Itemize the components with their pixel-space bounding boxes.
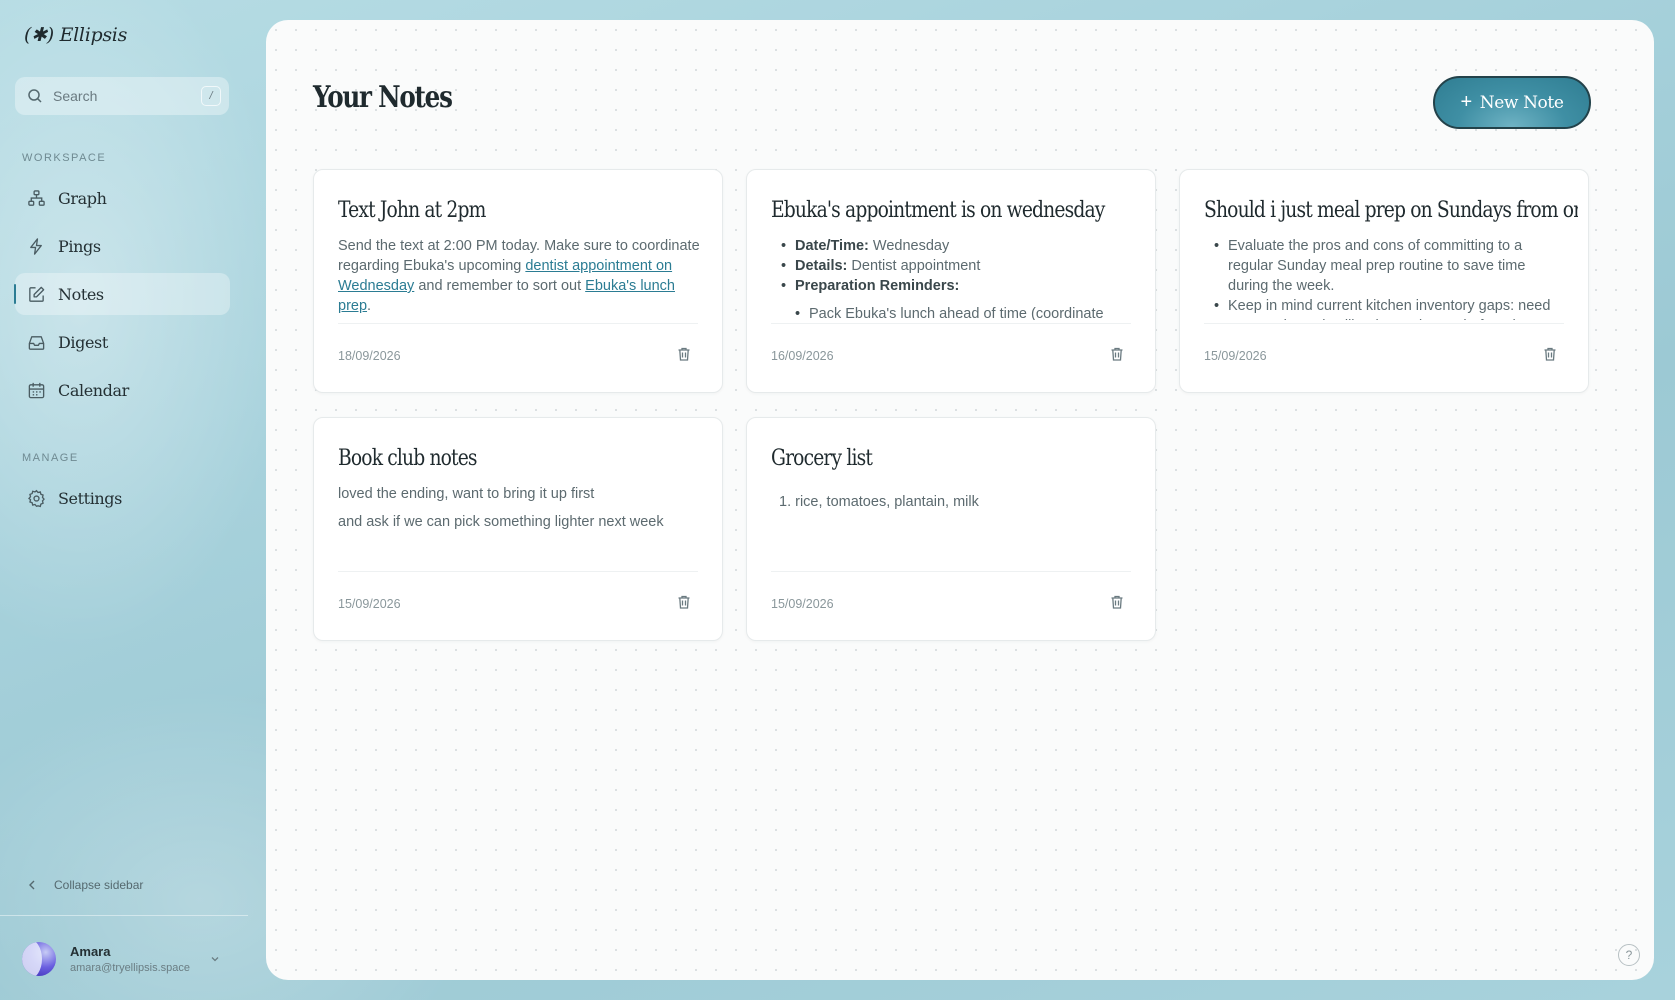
note-title: Text John at 2pm	[338, 198, 486, 223]
sidebar-item-label: Settings	[58, 488, 122, 508]
note-line: loved the ending, want to bring it up fi…	[338, 486, 595, 502]
new-note-button[interactable]: + New Note	[1433, 76, 1591, 129]
search-box[interactable]: /	[15, 77, 229, 115]
help-button[interactable]: ?	[1618, 944, 1640, 966]
trash-icon[interactable]	[676, 594, 692, 610]
list-item: Details: Dentist appointment	[781, 256, 1133, 276]
sidebar-item-label: Pings	[58, 236, 101, 256]
edit-icon	[26, 284, 46, 304]
list-item: Pack Ebuka's lunch ahead of time (coordi…	[795, 304, 1133, 320]
trash-icon[interactable]	[1109, 346, 1125, 362]
note-title: Should i just meal prep on Sundays from …	[1204, 198, 1578, 223]
main-panel: Your Notes + New Note Text John at 2pm S…	[266, 20, 1654, 980]
sidebar-item-label: Notes	[58, 284, 104, 304]
divider	[1204, 323, 1564, 324]
note-title: Ebuka's appointment is on wednesday	[771, 198, 1105, 223]
note-line: and ask if we can pick something lighter…	[338, 514, 664, 530]
user-email: amara@tryellipsis.space	[70, 962, 190, 974]
divider	[338, 323, 698, 324]
search-input[interactable]	[53, 88, 193, 104]
list-item: 1. rice, tomatoes, plantain, milk	[779, 494, 979, 510]
manage-section-label: MANAGE	[22, 452, 79, 464]
trash-icon[interactable]	[1109, 594, 1125, 610]
sidebar: (✱) Ellipsis / WORKSPACE Graph Pings Not…	[0, 0, 248, 1000]
list-item: Preparation Reminders:	[781, 276, 1133, 296]
user-menu[interactable]: Amara amara@tryellipsis.space	[22, 939, 227, 979]
sidebar-item-settings[interactable]: Settings	[15, 477, 230, 519]
note-card[interactable]: Book club notes loved the ending, want t…	[313, 417, 723, 641]
note-date: 18/09/2026	[338, 349, 401, 363]
divider	[771, 571, 1131, 572]
trash-icon[interactable]	[676, 346, 692, 362]
plus-icon: +	[1460, 91, 1473, 113]
trash-icon[interactable]	[1542, 346, 1558, 362]
note-date: 16/09/2026	[771, 349, 834, 363]
note-date: 15/09/2026	[338, 597, 401, 611]
note-preview: Send the text at 2:00 PM today. Make sur…	[338, 236, 700, 320]
list-item: Keep in mind current kitchen inventory g…	[1214, 296, 1566, 320]
sidebar-item-pings[interactable]: Pings	[15, 225, 230, 267]
note-preview: 1. rice, tomatoes, plantain, milk	[771, 484, 1133, 568]
note-date: 15/09/2026	[771, 597, 834, 611]
search-shortcut: /	[201, 86, 221, 106]
sidebar-item-calendar[interactable]: Calendar	[15, 369, 230, 411]
collapse-sidebar-label: Collapse sidebar	[54, 878, 144, 892]
note-title: Book club notes	[338, 446, 478, 471]
list-item: Date/Time: Wednesday	[781, 236, 1133, 256]
divider	[338, 571, 698, 572]
note-card[interactable]: Grocery list 1. rice, tomatoes, plantain…	[746, 417, 1156, 641]
user-name: Amara	[70, 944, 111, 959]
note-card[interactable]: Text John at 2pm Send the text at 2:00 P…	[313, 169, 723, 393]
chevron-down-icon	[211, 957, 219, 962]
note-text: .	[367, 298, 372, 314]
lightning-icon	[26, 236, 46, 256]
divider	[0, 915, 248, 916]
sidebar-item-label: Calendar	[58, 380, 129, 400]
inbox-icon	[26, 332, 46, 352]
sidebar-item-graph[interactable]: Graph	[15, 177, 230, 219]
note-text: and remember to sort out	[414, 278, 586, 294]
list-item: Evaluate the pros and cons of committing…	[1214, 236, 1566, 296]
sidebar-item-label: Digest	[58, 332, 108, 352]
note-date: 15/09/2026	[1204, 349, 1267, 363]
note-preview: Date/Time: Wednesday Details: Dentist ap…	[771, 236, 1133, 320]
search-icon	[28, 89, 42, 103]
note-card[interactable]: Should i just meal prep on Sundays from …	[1179, 169, 1589, 393]
sidebar-item-digest[interactable]: Digest	[15, 321, 230, 363]
chevron-left-icon	[29, 880, 35, 890]
note-preview: loved the ending, want to bring it up fi…	[338, 484, 700, 568]
divider	[771, 323, 1131, 324]
calendar-icon	[26, 380, 46, 400]
gear-icon	[26, 488, 46, 508]
note-title: Grocery list	[771, 446, 873, 471]
app-logo[interactable]: (✱) Ellipsis	[24, 24, 127, 46]
note-preview: Evaluate the pros and cons of committing…	[1204, 236, 1566, 320]
page-title: Your Notes	[313, 80, 453, 115]
sidebar-item-label: Graph	[58, 188, 107, 208]
collapse-sidebar-button[interactable]: Collapse sidebar	[26, 878, 143, 892]
new-note-label: New Note	[1479, 92, 1564, 113]
workspace-section-label: WORKSPACE	[22, 152, 107, 164]
sidebar-item-notes[interactable]: Notes	[14, 273, 230, 315]
note-card[interactable]: Ebuka's appointment is on wednesday Date…	[746, 169, 1156, 393]
avatar	[22, 942, 56, 976]
graph-icon	[26, 188, 46, 208]
